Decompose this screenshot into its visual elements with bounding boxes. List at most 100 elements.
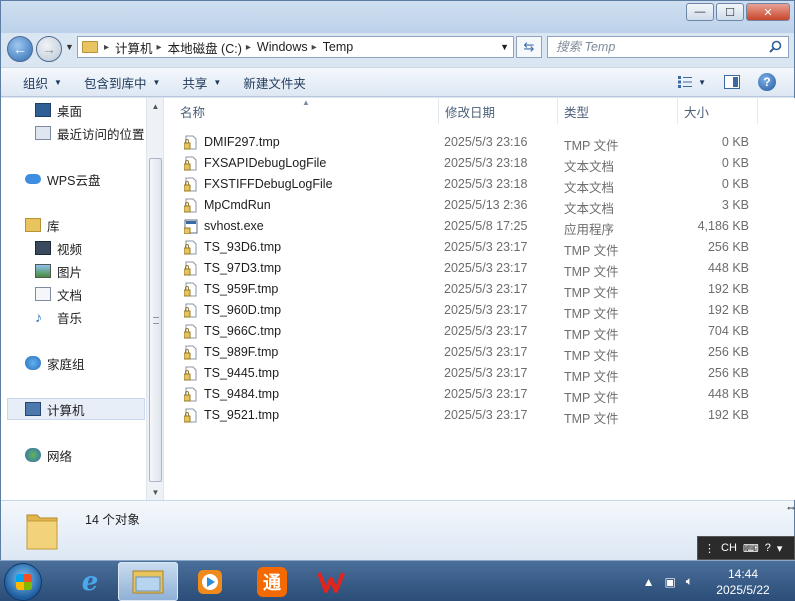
refresh-button[interactable]: ⇆ bbox=[516, 36, 542, 58]
keyboard-icon[interactable]: ⌨ bbox=[743, 542, 759, 555]
internet-explorer-icon: e bbox=[81, 566, 99, 597]
file-row[interactable]: MpCmdRun 2025/5/13 2:36 文本文档 3 KB bbox=[164, 195, 795, 216]
taskbar-explorer[interactable] bbox=[118, 562, 178, 601]
file-row[interactable]: TS_960D.tmp 2025/5/3 23:17 TMP 文件 192 KB bbox=[164, 300, 795, 321]
chevron-right-icon[interactable]: ▸ bbox=[312, 42, 317, 53]
ime-help-icon[interactable]: ? bbox=[765, 542, 771, 554]
file-row[interactable]: TS_9484.tmp 2025/5/3 23:17 TMP 文件 448 KB bbox=[164, 384, 795, 405]
file-modified-date: 2025/5/3 23:17 bbox=[444, 408, 528, 422]
view-options-icon[interactable] bbox=[678, 76, 693, 88]
grip-icon bbox=[153, 317, 159, 324]
taskbar-app-orange[interactable]: 通 bbox=[242, 562, 302, 601]
file-type: TMP 文件 bbox=[564, 244, 619, 258]
file-name: MpCmdRun bbox=[204, 198, 271, 212]
back-button[interactable]: ← bbox=[7, 36, 33, 62]
chevron-right-icon[interactable]: ▸ bbox=[246, 42, 251, 53]
chevron-right-icon[interactable]: ▸ bbox=[157, 42, 162, 53]
file-row[interactable]: TS_966C.tmp 2025/5/3 23:17 TMP 文件 704 KB bbox=[164, 321, 795, 342]
scrollbar-thumb[interactable] bbox=[149, 158, 162, 482]
breadcrumb-local-disk[interactable]: 本地磁盘 (C:) bbox=[168, 38, 242, 57]
file-type: 文本文档 bbox=[564, 202, 615, 216]
file-row[interactable]: TS_989F.tmp 2025/5/3 23:17 TMP 文件 256 KB bbox=[164, 342, 795, 363]
nav-item-music[interactable]: ♪ 音乐 bbox=[35, 307, 82, 327]
clock-time: 14:44 bbox=[727, 566, 759, 581]
nav-item-homegroup[interactable]: 家庭组 bbox=[25, 353, 85, 373]
file-row[interactable]: TS_9445.tmp 2025/5/3 23:17 TMP 文件 256 KB bbox=[164, 363, 795, 384]
network-status-icon[interactable]: ▣ bbox=[664, 575, 675, 589]
breadcrumb-temp[interactable]: Temp bbox=[323, 40, 354, 54]
search-input[interactable] bbox=[556, 40, 756, 54]
file-size: 448 KB bbox=[707, 387, 749, 401]
organize-menu[interactable]: 组织 ▼ bbox=[1, 68, 73, 96]
file-row[interactable]: TS_97D3.tmp 2025/5/3 23:17 TMP 文件 448 KB bbox=[164, 258, 795, 279]
taskbar-media-player[interactable] bbox=[180, 562, 240, 601]
share-menu[interactable]: 共享 ▼ bbox=[171, 68, 232, 96]
resize-cursor-icon: ⇔ bbox=[785, 500, 795, 514]
title-bar[interactable]: — ☐ ✕ bbox=[1, 1, 794, 33]
pictures-icon bbox=[35, 264, 51, 278]
navpane-scrollbar[interactable]: ▲ ▼ bbox=[146, 98, 163, 500]
taskbar: e 通 ▲ ▣ 🔈︎ 14:44 2025/5/22 bbox=[0, 560, 795, 601]
file-size: 192 KB bbox=[707, 282, 749, 296]
column-header-type[interactable]: 类型 bbox=[558, 98, 678, 124]
search-box[interactable] bbox=[547, 36, 789, 58]
nav-item-label: 音乐 bbox=[57, 311, 83, 326]
volume-icon[interactable]: 🔈︎ bbox=[686, 574, 693, 589]
preview-pane-icon[interactable] bbox=[724, 75, 740, 89]
nav-item-recent-places[interactable]: 最近访问的位置 bbox=[35, 123, 145, 143]
nav-item-videos[interactable]: 视频 bbox=[35, 238, 82, 258]
file-row[interactable]: TS_959F.tmp 2025/5/3 23:17 TMP 文件 192 KB bbox=[164, 279, 795, 300]
ime-language[interactable]: CH bbox=[721, 542, 737, 554]
nav-item-desktop[interactable]: 桌面 bbox=[35, 100, 82, 120]
recent-pages-dropdown[interactable]: ▼ bbox=[65, 42, 74, 52]
taskbar-ie[interactable]: e bbox=[60, 562, 120, 601]
address-bar[interactable]: ▸ 计算机 ▸ 本地磁盘 (C:) ▸ Windows ▸ Temp ▼ bbox=[77, 36, 514, 58]
column-header-date[interactable]: 修改日期 bbox=[439, 98, 558, 124]
explorer-folder-icon bbox=[132, 570, 164, 593]
nav-item-network[interactable]: 网络 bbox=[25, 445, 72, 465]
column-header-label: 名称 bbox=[180, 105, 206, 120]
taskbar-wps[interactable] bbox=[304, 562, 364, 601]
nav-item-wps-cloud[interactable]: WPS云盘 bbox=[25, 169, 100, 189]
nav-item-computer[interactable]: 计算机 bbox=[25, 399, 85, 419]
file-row[interactable]: TS_9521.tmp 2025/5/3 23:17 TMP 文件 192 KB bbox=[164, 405, 795, 426]
language-bar[interactable]: ⋮ CH ⌨ ? ▾ bbox=[697, 536, 795, 560]
file-size: 256 KB bbox=[707, 366, 749, 380]
help-icon[interactable]: ? bbox=[758, 73, 776, 91]
file-row[interactable]: TS_93D6.tmp 2025/5/3 23:17 TMP 文件 256 KB bbox=[164, 237, 795, 258]
include-in-library-menu[interactable]: 包含到库中 ▼ bbox=[73, 68, 171, 96]
breadcrumb-windows[interactable]: Windows bbox=[257, 40, 308, 54]
view-dropdown-icon[interactable]: ▼ bbox=[698, 78, 706, 87]
cloud-icon bbox=[25, 174, 41, 184]
nav-item-documents[interactable]: 文档 bbox=[35, 284, 82, 304]
chevron-right-icon[interactable]: ▸ bbox=[104, 42, 109, 53]
show-hidden-icons-icon[interactable]: ▲ bbox=[643, 575, 655, 589]
file-row[interactable]: FXSAPIDebugLogFile 2025/5/3 23:18 文本文档 0 KB bbox=[164, 153, 795, 174]
file-row[interactable]: svhost.exe 2025/5/8 17:25 应用程序 4,186 KB bbox=[164, 216, 795, 237]
share-label: 共享 bbox=[182, 76, 208, 91]
close-button[interactable]: ✕ bbox=[746, 3, 790, 21]
address-history-dropdown[interactable]: ▼ bbox=[500, 42, 509, 52]
ime-options-icon[interactable]: ▾ bbox=[777, 542, 783, 555]
new-folder-button[interactable]: 新建文件夹 bbox=[232, 68, 317, 96]
nav-item-pictures[interactable]: 图片 bbox=[35, 261, 82, 281]
start-button[interactable] bbox=[4, 563, 42, 601]
file-size: 192 KB bbox=[707, 303, 749, 317]
column-header-size[interactable]: 大小 bbox=[678, 98, 758, 124]
caret-down-icon: ▼ bbox=[152, 77, 161, 87]
lock-file-icon bbox=[184, 324, 197, 339]
wps-office-icon bbox=[317, 571, 345, 593]
breadcrumb-computer[interactable]: 计算机 bbox=[115, 38, 153, 57]
caret-down-icon: ▼ bbox=[213, 77, 222, 87]
clock[interactable]: 14:44 2025/5/22 bbox=[703, 566, 783, 598]
file-row[interactable]: DMIF297.tmp 2025/5/3 23:16 TMP 文件 0 KB bbox=[164, 132, 795, 153]
maximize-button[interactable]: ☐ bbox=[716, 3, 744, 21]
minimize-button[interactable]: — bbox=[686, 3, 714, 21]
scroll-down-icon[interactable]: ▼ bbox=[147, 484, 164, 500]
scroll-up-icon[interactable]: ▲ bbox=[147, 98, 164, 114]
file-modified-date: 2025/5/3 23:18 bbox=[444, 177, 528, 191]
forward-button[interactable]: → bbox=[36, 36, 62, 62]
file-row[interactable]: FXSTIFFDebugLogFile 2025/5/3 23:18 文本文档 0 K… bbox=[164, 174, 795, 195]
nav-item-libraries[interactable]: 库 bbox=[25, 215, 60, 235]
search-icon[interactable] bbox=[769, 40, 782, 53]
